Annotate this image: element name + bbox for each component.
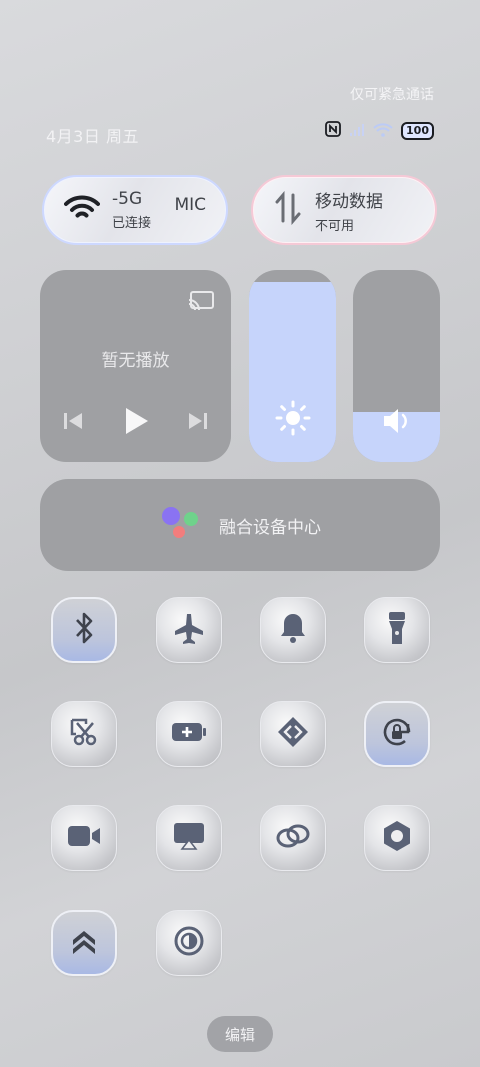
wifi-icon: [373, 122, 393, 141]
sun-icon: [275, 400, 311, 440]
wifi-extra-text: MIC: [174, 195, 206, 215]
battery-icon: 100: [401, 122, 434, 140]
bell-icon: [278, 611, 308, 649]
media-card[interactable]: 暂无播放: [40, 270, 231, 462]
next-icon[interactable]: [187, 411, 209, 435]
signal-icon: [349, 122, 365, 141]
rotation-lock-toggle[interactable]: [364, 701, 430, 767]
volume-slider[interactable]: [353, 270, 440, 462]
mobile-data-pill[interactable]: 移动数据 不可用: [251, 175, 437, 245]
brightness-slider[interactable]: [249, 270, 336, 462]
screen-record-icon: [66, 823, 102, 853]
airplane-icon: [172, 611, 206, 649]
dark-mode-toggle[interactable]: [156, 910, 222, 976]
double-chevron-up-icon: [69, 926, 99, 960]
bluetooth-icon: [71, 611, 97, 649]
battery-saver-icon: [170, 720, 208, 748]
play-icon[interactable]: [122, 406, 150, 440]
mobile-data-status: 不可用: [315, 218, 355, 234]
date-text: 4月3日 周五: [46, 127, 139, 146]
status-icons: 100: [325, 121, 434, 141]
bluetooth-toggle[interactable]: [51, 597, 117, 663]
wifi-status: 已连接: [112, 216, 152, 231]
screen-record-toggle[interactable]: [51, 805, 117, 871]
airplane-toggle[interactable]: [156, 597, 222, 663]
camera-icon: [380, 819, 414, 857]
wifi-network-name: -5G: [112, 189, 143, 209]
wifi-icon: [64, 194, 100, 226]
projection-toggle[interactable]: [156, 805, 222, 871]
link-toggle[interactable]: [260, 805, 326, 871]
cast-icon[interactable]: [187, 290, 215, 316]
flashlight-icon: [386, 610, 408, 650]
fusion-label: 融合设备中心: [219, 517, 321, 538]
wifi-pill[interactable]: -5G 已连接 MIC: [42, 175, 228, 245]
mobile-data-label: 移动数据: [315, 191, 383, 212]
rotation-lock-icon: [380, 715, 414, 753]
fusion-device-center[interactable]: 融合设备中心: [40, 479, 440, 571]
emergency-call-text: 仅可紧急通话: [350, 87, 434, 103]
link-icon: [275, 821, 311, 855]
previous-icon[interactable]: [62, 411, 84, 435]
silent-toggle[interactable]: [260, 597, 326, 663]
nearby-share-icon: [276, 715, 310, 753]
speaker-icon: [381, 406, 413, 440]
projection-icon: [172, 821, 206, 855]
mobile-data-icon: [273, 190, 303, 229]
dark-mode-icon: [173, 925, 205, 961]
media-title: 暂无播放: [101, 351, 170, 371]
flashlight-toggle[interactable]: [364, 597, 430, 663]
screenshot-icon: [68, 716, 100, 752]
super-power-saving-toggle[interactable]: [51, 910, 117, 976]
battery-saver-toggle[interactable]: [156, 701, 222, 767]
edit-button[interactable]: 编辑: [207, 1016, 273, 1052]
assistant-dots-icon: [159, 506, 201, 544]
nearby-share-toggle[interactable]: [260, 701, 326, 767]
screenshot-toggle[interactable]: [51, 701, 117, 767]
nfc-icon: [325, 121, 341, 141]
camera-toggle[interactable]: [364, 805, 430, 871]
